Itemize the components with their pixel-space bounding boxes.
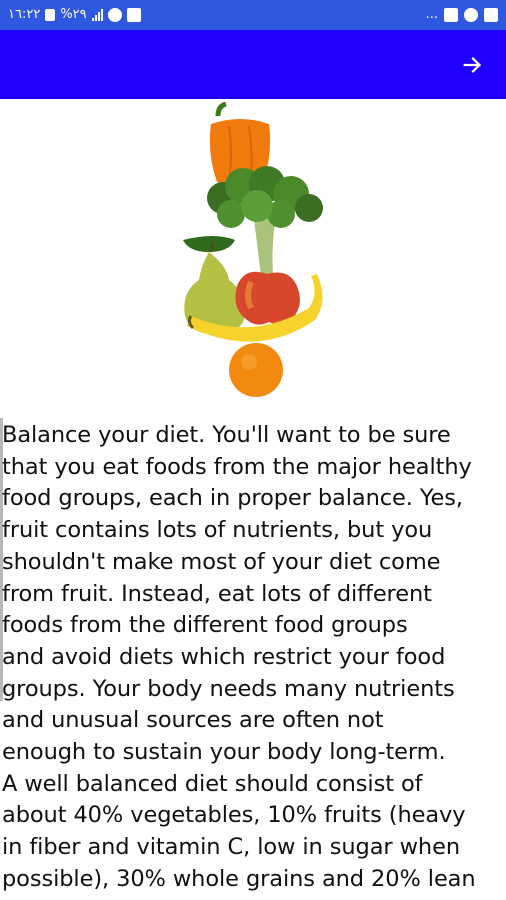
status-bar: ١٦:٢٢ %٢٩ ... [0,0,506,30]
mute-icon [126,7,141,22]
status-left-group: ١٦:٢٢ %٢٩ [8,7,141,22]
article-text: Balance your diet. You'll want to be sur… [2,422,476,892]
clock: ١٦:٢٢ [8,7,41,22]
overflow-dots: ... [425,7,438,22]
cast-icon [444,7,458,22]
fruit-stack-image [111,101,398,404]
headphones-icon [464,7,478,22]
image-icon [484,7,498,22]
fruit-stack-illustration [183,101,323,397]
battery-icon [45,8,56,21]
app-bar [0,30,506,99]
signal-icon [91,8,103,21]
arrow-right-icon [463,57,481,73]
battery-percent: %٢٩ [60,7,87,22]
status-right-group: ... [426,7,498,22]
forward-button[interactable] [458,50,488,80]
settings-icon [107,7,122,22]
